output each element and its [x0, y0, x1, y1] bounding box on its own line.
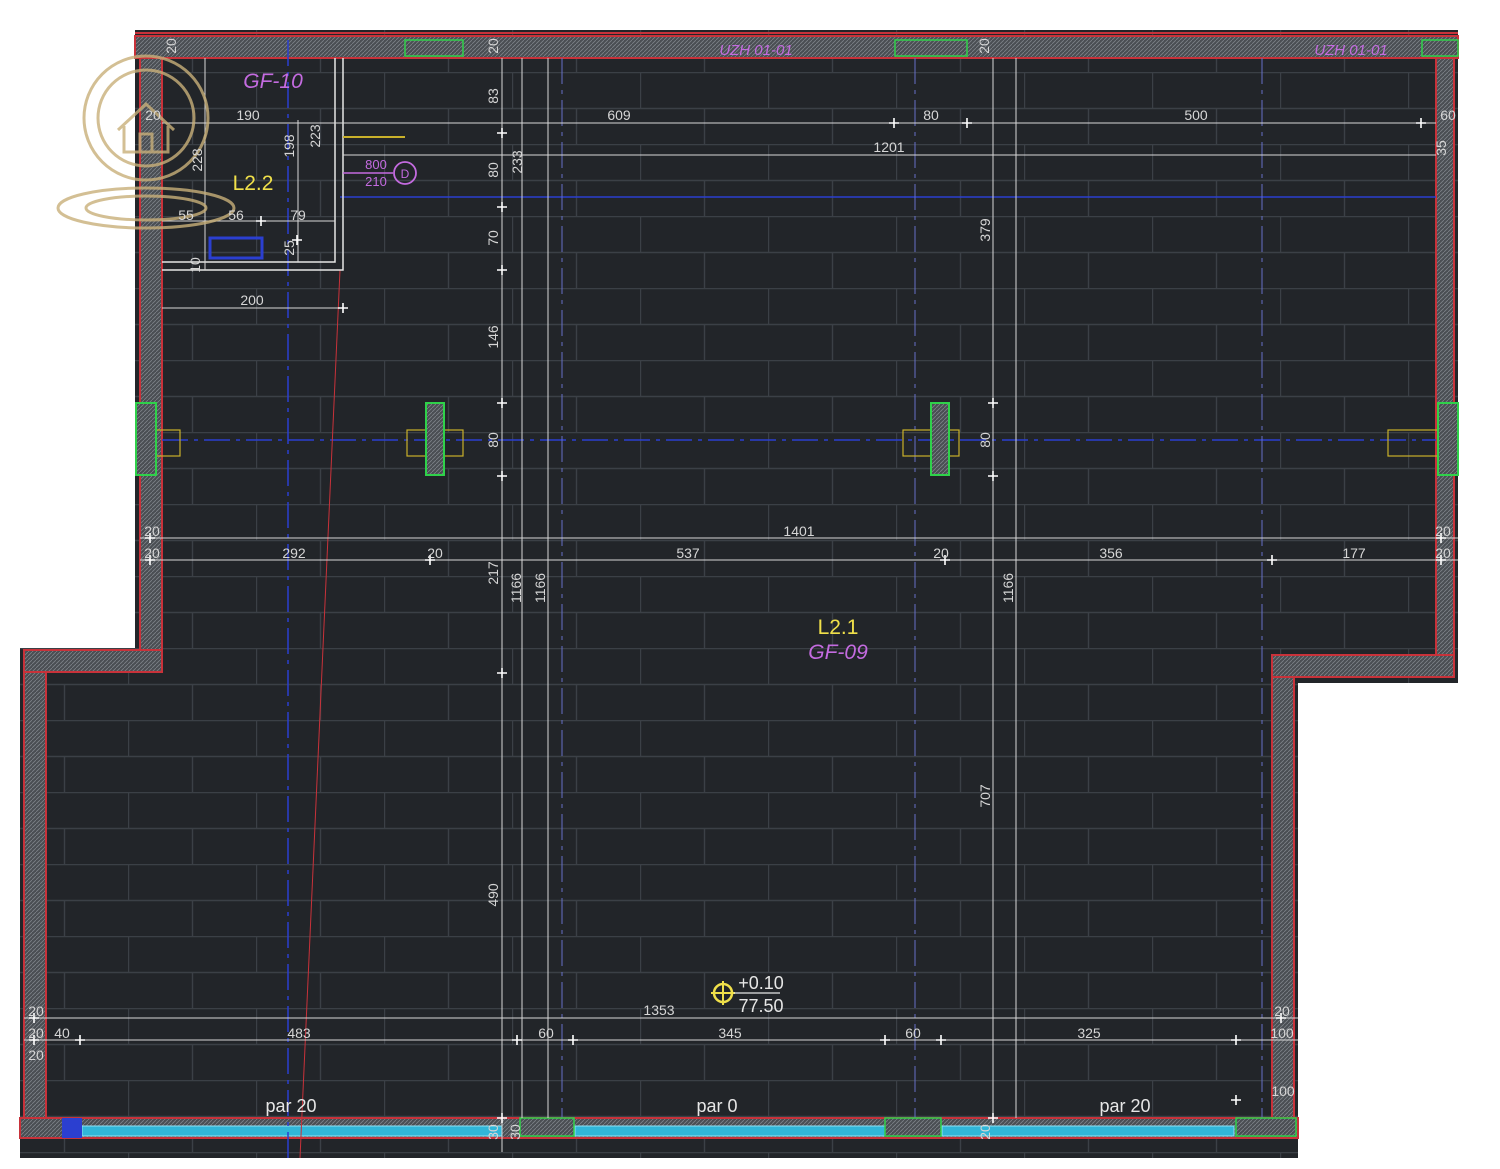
dim-text: 80 — [923, 107, 939, 123]
dim-text-vertical: 228 — [189, 148, 205, 172]
dim-text: 1353 — [643, 1002, 674, 1018]
dim-text-vertical: 20 — [977, 1124, 993, 1140]
dim-text-vertical: 80 — [485, 432, 501, 448]
dim-text: 79 — [290, 207, 306, 223]
dim-text: 20 — [1435, 545, 1451, 561]
dim-text-vertical: 20 — [163, 38, 179, 54]
column-bottom-3 — [1235, 1117, 1297, 1137]
dim-text: 20 — [28, 1003, 44, 1019]
dim-text: 500 — [1184, 107, 1208, 123]
dim-text: 20 — [933, 545, 949, 561]
dim-text: 60 — [538, 1025, 554, 1041]
section-label-2: UZH 01-01 — [1314, 42, 1387, 59]
column-top-1 — [404, 39, 464, 57]
dim-text-vertical: 80 — [977, 432, 993, 448]
dim-text-vertical: 70 — [485, 230, 501, 246]
dim-text-vertical: 198 — [281, 134, 297, 158]
room-code-main: L2.1 — [818, 616, 859, 639]
dim-text: 20 — [427, 545, 443, 561]
dim-text: 537 — [676, 545, 700, 561]
window-bottom-mid — [574, 1125, 888, 1137]
dim-text: 40 — [54, 1025, 70, 1041]
column-inner-right — [930, 402, 950, 476]
dim-text: 483 — [287, 1025, 311, 1041]
dim-text: 609 — [607, 107, 631, 123]
column-right-wall — [1437, 402, 1459, 476]
wall-right-step — [1271, 654, 1455, 678]
room-name-small: GF-10 — [243, 70, 303, 93]
column-top-2 — [894, 39, 968, 57]
dim-text-vertical: 1166 — [508, 573, 524, 603]
window-bottom-left — [81, 1125, 503, 1137]
dim-text-vertical: 80 — [485, 162, 501, 178]
column-top-3 — [1421, 39, 1459, 57]
door-tag: D — [401, 167, 410, 181]
dim-text: 55 — [178, 207, 194, 223]
level-relative: +0.10 — [738, 973, 784, 993]
column-inner-left — [425, 402, 445, 476]
wall-top — [134, 35, 1459, 59]
dim-text: 356 — [1099, 545, 1123, 561]
door-height: 210 — [365, 174, 387, 189]
dim-text: 1401 — [783, 523, 814, 539]
dim-text-vertical: 217 — [485, 561, 501, 585]
parapet-label-2: par 0 — [696, 1096, 737, 1116]
dim-text-vertical: 233 — [509, 150, 525, 174]
dim-text-vertical: 10 — [187, 257, 203, 273]
dim-text-vertical: 1166 — [532, 573, 548, 603]
dim-text: 20 — [28, 1047, 44, 1063]
dim-text: 20 — [145, 107, 161, 123]
dim-text-vertical: 30 — [485, 1124, 501, 1140]
dim-text: 200 — [240, 292, 264, 308]
dim-text: 177 — [1342, 545, 1366, 561]
level-absolute: 77.50 — [738, 996, 783, 1016]
room-name-main: GF-09 — [808, 641, 868, 664]
dim-text: 1201 — [873, 139, 904, 155]
column-left-wall — [135, 402, 157, 476]
dim-text: 100 — [1271, 1083, 1295, 1099]
dim-text: 325 — [1077, 1025, 1101, 1041]
dim-text: 345 — [718, 1025, 742, 1041]
dim-text: 20 — [144, 523, 160, 539]
dim-text: 56 — [228, 207, 244, 223]
dim-text-vertical: 1166 — [1000, 573, 1016, 603]
dim-text: 20 — [144, 545, 160, 561]
dim-text: 20 — [1274, 1003, 1290, 1019]
dim-text: 60 — [1440, 107, 1456, 123]
room-code-small: L2.2 — [233, 172, 274, 195]
wall-right-lower — [1271, 676, 1295, 1120]
dim-text-vertical: 223 — [307, 124, 323, 148]
window-bottom-left-corner — [62, 1118, 82, 1138]
dim-text-vertical: 379 — [977, 218, 993, 242]
dim-text-vertical: 20 — [976, 38, 992, 54]
section-label-1: UZH 01-01 — [719, 42, 792, 59]
dim-text-vertical: 25 — [281, 240, 297, 256]
parapet-label-3: par 20 — [1099, 1096, 1150, 1116]
floor-plan-drawing: L2.1 GF-09 L2.2 GF-10 UZH 01-01 UZH 01-0… — [19, 30, 1459, 1159]
dim-text: 190 — [236, 107, 260, 123]
wall-left-step — [23, 649, 163, 673]
dim-text-vertical: 20 — [485, 38, 501, 54]
dim-text: 100 — [1270, 1025, 1294, 1041]
dim-text-vertical: 490 — [485, 883, 501, 907]
door-width: 800 — [365, 157, 387, 172]
dim-text: 20 — [1435, 523, 1451, 539]
column-bottom-1 — [519, 1117, 575, 1137]
dim-text: 292 — [282, 545, 306, 561]
dim-text-vertical: 707 — [977, 784, 993, 808]
dim-text: 60 — [905, 1025, 921, 1041]
dim-text-vertical: 35 — [1433, 140, 1449, 156]
parapet-label-1: par 20 — [265, 1096, 316, 1116]
dim-text-vertical: 30 — [507, 1124, 523, 1140]
dim-text-vertical: 146 — [485, 325, 501, 349]
dim-text: 20 — [28, 1025, 44, 1041]
column-bottom-2 — [884, 1117, 942, 1137]
dim-text-vertical: 83 — [485, 88, 501, 104]
